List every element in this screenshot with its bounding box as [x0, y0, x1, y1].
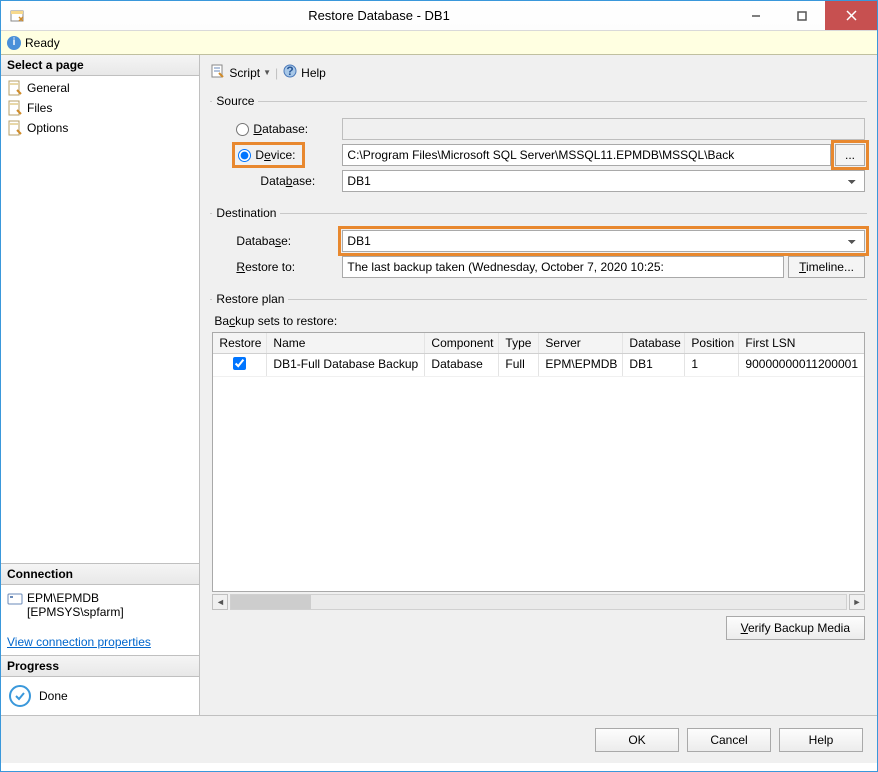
col-name[interactable]: Name: [267, 333, 425, 353]
verify-backup-media-button[interactable]: Verify Backup Media: [726, 616, 865, 640]
help-button[interactable]: ? Help: [282, 63, 326, 82]
connection-header: Connection: [1, 563, 199, 585]
content-toolbar: Script ▼ | ? Help: [210, 61, 867, 88]
destination-database-combo[interactable]: DB1: [342, 230, 865, 252]
app-icon: [9, 8, 25, 24]
connection-user: [EPMSYS\spfarm]: [27, 605, 124, 619]
done-check-icon: [9, 685, 31, 707]
connection-server: EPM\EPMDB: [27, 591, 124, 605]
script-icon: [210, 63, 226, 82]
col-position[interactable]: Position: [685, 333, 739, 353]
row-restore-checkbox[interactable]: [233, 357, 246, 370]
page-icon: [7, 80, 23, 96]
table-row[interactable]: DB1-Full Database Backup Database Full E…: [213, 354, 864, 377]
server-icon: [7, 591, 23, 610]
cell-name: DB1-Full Database Backup: [267, 354, 425, 376]
dialog-footer: OK Cancel Help: [1, 715, 877, 763]
timeline-button[interactable]: Timeline...: [788, 256, 865, 278]
help-icon: ?: [282, 63, 298, 82]
page-icon: [7, 120, 23, 136]
source-database-radio[interactable]: [236, 123, 249, 136]
restore-plan-group: Restore plan Backup sets to restore: Res…: [210, 292, 867, 707]
chevron-down-icon: ▼: [263, 68, 271, 77]
destination-group: Destination Database: DB1 Restore to: Ti…: [210, 206, 867, 284]
ok-button[interactable]: OK: [595, 728, 679, 752]
scroll-track[interactable]: [230, 594, 847, 610]
close-button[interactable]: [825, 1, 877, 30]
help-label: Help: [301, 66, 326, 80]
destination-database-label: Database:: [236, 234, 291, 248]
source-device-radio[interactable]: [238, 149, 251, 162]
progress-status: Done: [39, 689, 68, 703]
sidebar-item-label: Options: [27, 121, 68, 135]
maximize-button[interactable]: [779, 1, 825, 30]
col-type[interactable]: Type: [499, 333, 539, 353]
col-restore[interactable]: Restore: [213, 333, 267, 353]
sidebar-item-label: General: [27, 81, 70, 95]
source-database-combo: [342, 118, 865, 140]
cell-position: 1: [685, 354, 739, 376]
script-button[interactable]: Script ▼: [210, 63, 271, 82]
scroll-left-icon[interactable]: ◄: [212, 594, 228, 610]
select-page-header: Select a page: [1, 55, 199, 76]
svg-text:?: ?: [286, 64, 293, 78]
sidebar-item-files[interactable]: Files: [1, 98, 199, 118]
destination-legend: Destination: [212, 206, 280, 220]
backup-sets-grid[interactable]: Restore Name Component Type Server Datab…: [212, 332, 865, 592]
grid-header: Restore Name Component Type Server Datab…: [213, 333, 864, 354]
window-titlebar: Restore Database - DB1: [1, 1, 877, 31]
connection-panel: EPM\EPMDB [EPMSYS\spfarm] View connectio…: [1, 585, 199, 655]
col-database[interactable]: Database: [623, 333, 685, 353]
cell-type: Full: [499, 354, 539, 376]
page-icon: [7, 100, 23, 116]
sidebar: Select a page General Files Options Conn…: [1, 55, 200, 715]
content-area: Script ▼ | ? Help Source Database: Devic…: [200, 55, 877, 715]
source-legend: Source: [212, 94, 258, 108]
ready-label: Ready: [25, 36, 60, 50]
cell-database: DB1: [623, 354, 685, 376]
page-list: General Files Options: [1, 76, 199, 140]
window-title: Restore Database - DB1: [25, 8, 733, 23]
browse-device-button[interactable]: ...: [835, 144, 865, 166]
script-label: Script: [229, 66, 260, 80]
minimize-button[interactable]: [733, 1, 779, 30]
col-component[interactable]: Component: [425, 333, 499, 353]
cell-server: EPM\EPMDB: [539, 354, 623, 376]
cell-component: Database: [425, 354, 499, 376]
status-strip: i Ready: [1, 31, 877, 55]
source-sub-database-combo[interactable]: DB1: [342, 170, 865, 192]
source-sub-database-label: Database:: [260, 174, 315, 188]
source-database-radio-label: Database:: [253, 122, 308, 136]
sidebar-item-general[interactable]: General: [1, 78, 199, 98]
restore-to-label: Restore to:: [236, 260, 295, 274]
grid-hscrollbar[interactable]: ◄ ►: [212, 594, 865, 610]
cell-first-lsn: 90000000011200001: [739, 354, 864, 376]
info-icon: i: [7, 36, 21, 50]
col-server[interactable]: Server: [539, 333, 623, 353]
source-device-path[interactable]: [342, 144, 831, 166]
restore-plan-legend: Restore plan: [212, 292, 288, 306]
restore-to-value: [342, 256, 784, 278]
progress-panel: Done: [1, 677, 199, 715]
scroll-thumb[interactable]: [231, 595, 311, 609]
scroll-right-icon[interactable]: ►: [849, 594, 865, 610]
view-connection-properties-link[interactable]: View connection properties: [7, 635, 151, 649]
sidebar-item-options[interactable]: Options: [1, 118, 199, 138]
cancel-button[interactable]: Cancel: [687, 728, 771, 752]
backup-sets-label: Backup sets to restore:: [214, 314, 865, 328]
col-first-lsn[interactable]: First LSN: [739, 333, 864, 353]
sidebar-item-label: Files: [27, 101, 52, 115]
source-device-radio-label: Device:: [255, 148, 295, 162]
help-button[interactable]: Help: [779, 728, 863, 752]
progress-header: Progress: [1, 655, 199, 677]
source-group: Source Database: Device: ... Database: D…: [210, 94, 867, 198]
